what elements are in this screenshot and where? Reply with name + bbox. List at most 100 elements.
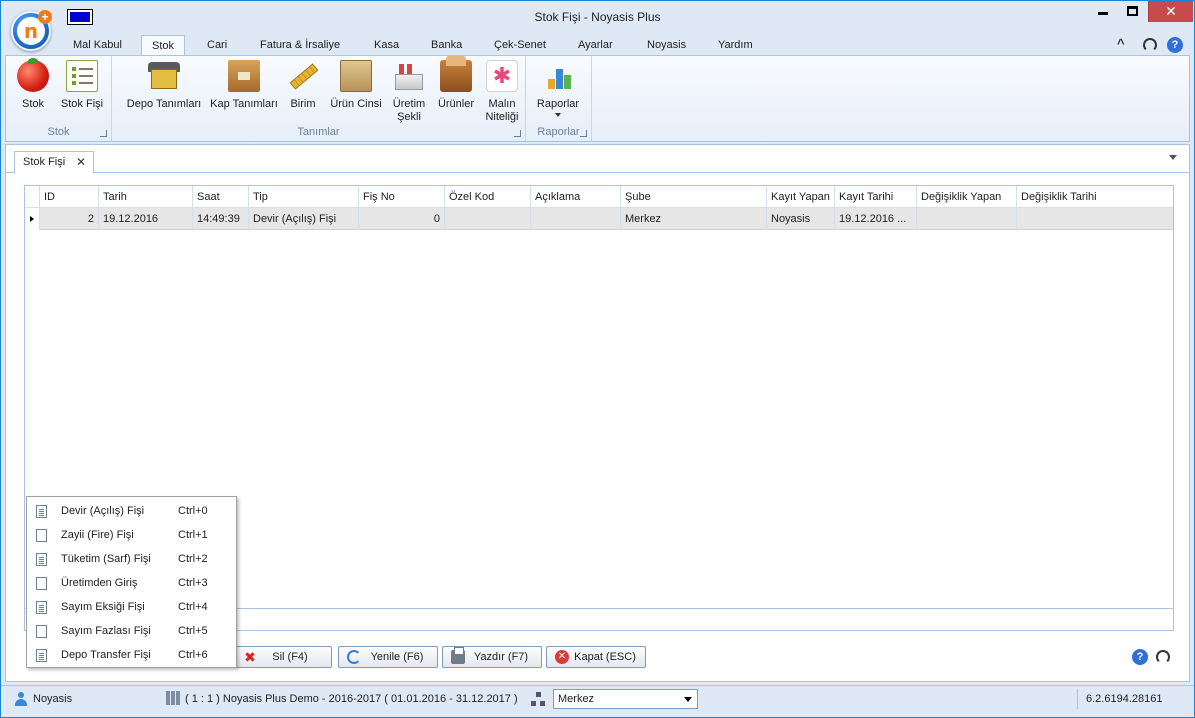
close-tab-icon[interactable]: ✕ [76, 152, 86, 172]
version-label: 6.2.6194.28161 [1077, 689, 1172, 709]
group-launcher-icon[interactable] [580, 130, 587, 137]
branch-select[interactable]: Merkez [553, 689, 698, 709]
cell-ozel-kod [445, 208, 531, 230]
close-window-button[interactable]: ✕ [1148, 1, 1193, 22]
window-title: Stok Fişi - Noyasis Plus [534, 10, 661, 24]
malin-niteligi-button[interactable]: ✱ Malın Niteliği [480, 60, 524, 124]
app-menu-button[interactable]: n + [11, 10, 52, 51]
ribbon-group-label: Stok [47, 126, 70, 138]
status-bar: Noyasis ( 1 : 1 ) Noyasis Plus Demo - 20… [1, 685, 1194, 717]
menu-item-tuketim-fisi[interactable]: Tüketim (Sarf) Fişi Ctrl+2 [27, 547, 236, 571]
document-icon [36, 529, 47, 542]
minimize-button[interactable] [1090, 1, 1116, 22]
ribbon-tab-strip: Mal Kabul Stok Cari Fatura & İrsaliye Ka… [1, 33, 1194, 56]
document-tab-stok-fisi[interactable]: Stok Fişi ✕ [14, 151, 94, 174]
refresh-icon [347, 650, 361, 664]
tab-cari[interactable]: Cari [197, 35, 237, 55]
cell-kayit-tarihi: 19.12.2016 ... [835, 208, 917, 230]
status-company-info: ( 1 : 1 ) Noyasis Plus Demo - 2016-2017 … [185, 693, 518, 705]
group-launcher-icon[interactable] [100, 130, 107, 137]
cell-fis-no: 0 [359, 208, 445, 230]
tab-kasa[interactable]: Kasa [364, 35, 409, 55]
document-icon [36, 625, 47, 638]
table-row[interactable]: 2 19.12.2016 14:49:39 Devir (Açılış) Fiş… [25, 208, 1173, 230]
column-header[interactable]: Kayıt Yapan [767, 186, 835, 208]
document-icon [36, 601, 47, 614]
ribbon-group-raporlar: Raporlar Raporlar [526, 56, 592, 141]
cell-saat: 14:49:39 [193, 208, 249, 230]
column-header[interactable]: Kayıt Tarihi [835, 186, 917, 208]
help-icon[interactable]: ? [1132, 649, 1148, 665]
new-slip-menu: Devir (Açılış) Fişi Ctrl+0 Zayii (Fire) … [26, 496, 237, 668]
maximize-icon [1126, 6, 1138, 16]
raporlar-button[interactable]: Raporlar [532, 60, 584, 117]
support-headset-icon[interactable] [1143, 38, 1157, 52]
print-button[interactable]: Yazdır (F7) [442, 646, 542, 668]
group-launcher-icon[interactable] [514, 130, 521, 137]
refresh-button[interactable]: Yenile (F6) [338, 646, 438, 668]
stok-button[interactable]: Stok [14, 58, 52, 111]
tab-noyasis[interactable]: Noyasis [637, 35, 696, 55]
cell-tarih: 19.12.2016 [99, 208, 193, 230]
ribbon-group-tanimlar: Depo Tanımları Kap Tanımları Birim Ürün … [112, 56, 526, 141]
urun-cinsi-button[interactable]: Ürün Cinsi [326, 60, 386, 111]
menu-item-sayim-fazlasi-fisi[interactable]: Sayım Fazlası Fişi Ctrl+5 [27, 619, 236, 643]
tab-cek-senet[interactable]: Çek-Senet [484, 35, 556, 55]
title-bar: Stok Fişi - Noyasis Plus ✕ [1, 1, 1194, 33]
warehouse-icon [148, 60, 180, 92]
cell-degisiklik-yapan [917, 208, 1017, 230]
chart-icon [542, 60, 574, 92]
app-window: Stok Fişi - Noyasis Plus ✕ n + Mal Kabul… [0, 0, 1195, 718]
list-icon [66, 60, 98, 92]
cell-degisiklik-tarihi [1017, 208, 1173, 230]
menu-item-sayim-eksigi-fisi[interactable]: Sayım Eksiği Fişi Ctrl+4 [27, 595, 236, 619]
support-headset-icon[interactable] [1156, 650, 1170, 664]
column-header[interactable]: Özel Kod [445, 186, 531, 208]
tab-fatura-irsaliye[interactable]: Fatura & İrsaliye [250, 35, 350, 55]
crate-icon [340, 60, 372, 92]
column-header[interactable]: Şube [621, 186, 767, 208]
chevron-down-icon [684, 697, 692, 702]
birim-button[interactable]: Birim [282, 60, 324, 111]
tomato-icon [17, 58, 49, 92]
kap-tanimlari-button[interactable]: Kap Tanımları [208, 60, 280, 111]
menu-item-uretimden-giris[interactable]: Üretimden Giriş Ctrl+3 [27, 571, 236, 595]
maximize-button[interactable] [1119, 1, 1145, 22]
delete-button[interactable]: ✖ Sil (F4) [234, 646, 332, 668]
uretim-sekli-button[interactable]: Üretim Şekli [386, 60, 432, 124]
tab-mal-kabul[interactable]: Mal Kabul [63, 35, 132, 55]
document-tab-strip: Stok Fişi ✕ [6, 145, 1189, 174]
tab-list-dropdown-icon[interactable] [1169, 155, 1177, 160]
tab-stok[interactable]: Stok [141, 35, 186, 56]
help-icon[interactable]: ? [1167, 37, 1183, 53]
column-header[interactable]: Açıklama [531, 186, 621, 208]
depo-tanimlari-button[interactable]: Depo Tanımları [120, 60, 208, 111]
document-icon [36, 649, 47, 662]
menu-item-zayii-fisi[interactable]: Zayii (Fire) Fişi Ctrl+1 [27, 523, 236, 547]
tab-banka[interactable]: Banka [421, 35, 472, 55]
chevron-down-icon [555, 113, 561, 117]
ribbon-group-label: Tanımlar [297, 126, 340, 138]
column-header[interactable]: Saat [193, 186, 249, 208]
menu-item-devir-fisi[interactable]: Devir (Açılış) Fişi Ctrl+0 [27, 499, 236, 523]
column-header[interactable]: Tip [249, 186, 359, 208]
column-header[interactable]: Değişiklik Yapan [917, 186, 1017, 208]
delete-icon: ✖ [244, 649, 256, 665]
database-icon [166, 691, 180, 705]
document-icon [36, 553, 47, 566]
urunler-button[interactable]: Ürünler [434, 56, 478, 111]
column-header[interactable]: Tarih [99, 186, 193, 208]
tab-yardim[interactable]: Yardım [708, 35, 763, 55]
column-header[interactable]: Değişiklik Tarihi [1017, 186, 1173, 208]
column-header[interactable]: Fiş No [359, 186, 445, 208]
document-icon [36, 577, 47, 590]
menu-item-depo-transfer-fisi[interactable]: Depo Transfer Fişi Ctrl+6 [27, 643, 236, 667]
ribbon-collapse-icon[interactable]: ^ [1117, 36, 1125, 51]
star-icon: ✱ [486, 60, 518, 92]
stok-fisi-button[interactable]: Stok Fişi [56, 60, 108, 111]
status-user: Noyasis [33, 693, 73, 705]
column-header[interactable]: ID [40, 186, 99, 208]
cell-tip: Devir (Açılış) Fişi [249, 208, 359, 230]
close-button[interactable]: ✕ Kapat (ESC) [546, 646, 646, 668]
tab-ayarlar[interactable]: Ayarlar [568, 35, 623, 55]
